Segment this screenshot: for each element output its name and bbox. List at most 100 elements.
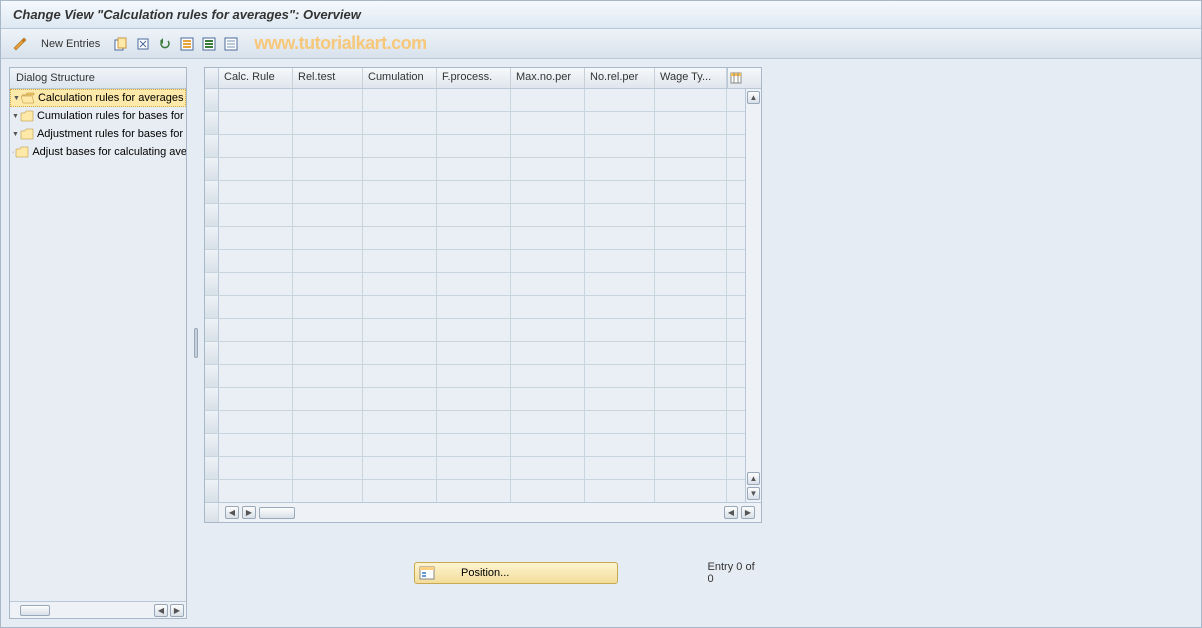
table-vertical-scrollbar[interactable]: ▲ ▲ ▼ <box>745 89 761 502</box>
table-cell[interactable] <box>363 227 437 249</box>
tree-item[interactable]: ▼Adjustment rules for bases for calculat… <box>10 125 186 143</box>
table-cell[interactable] <box>363 457 437 479</box>
table-cell[interactable] <box>585 319 655 341</box>
row-selector[interactable] <box>205 250 219 272</box>
table-cell[interactable] <box>363 89 437 111</box>
table-cell[interactable] <box>219 204 293 226</box>
row-selector[interactable] <box>205 342 219 364</box>
table-cell[interactable] <box>511 89 585 111</box>
tree-item[interactable]: ▼Cumulation rules for bases for calculat… <box>10 107 186 125</box>
table-cell[interactable] <box>585 434 655 456</box>
row-selector[interactable] <box>205 158 219 180</box>
table-cell[interactable] <box>511 434 585 456</box>
table-cell[interactable] <box>655 250 727 272</box>
table-cell[interactable] <box>363 112 437 134</box>
row-selector[interactable] <box>205 365 219 387</box>
table-cell[interactable] <box>437 434 511 456</box>
table-cell[interactable] <box>293 319 363 341</box>
table-cell[interactable] <box>293 411 363 433</box>
table-cell[interactable] <box>363 365 437 387</box>
table-cell[interactable] <box>363 411 437 433</box>
table-cell[interactable] <box>655 135 727 157</box>
table-cell[interactable] <box>655 158 727 180</box>
table-cell[interactable] <box>219 434 293 456</box>
table-cell[interactable] <box>655 296 727 318</box>
table-cell[interactable] <box>437 273 511 295</box>
tree-item[interactable]: ·Adjust bases for calculating average va… <box>10 143 186 161</box>
table-cell[interactable] <box>363 388 437 410</box>
table-cell[interactable] <box>219 319 293 341</box>
table-cell[interactable] <box>293 204 363 226</box>
tree-horizontal-scrollbar[interactable]: ◀ ▶ <box>10 601 186 618</box>
table-cell[interactable] <box>219 411 293 433</box>
table-cell[interactable] <box>293 181 363 203</box>
scroll-right-step-icon[interactable]: ▶ <box>242 506 256 519</box>
table-cell[interactable] <box>293 112 363 134</box>
table-cell[interactable] <box>585 296 655 318</box>
table-cell[interactable] <box>437 250 511 272</box>
row-selector[interactable] <box>205 296 219 318</box>
table-cell[interactable] <box>511 411 585 433</box>
table-cell[interactable] <box>655 181 727 203</box>
table-cell[interactable] <box>585 135 655 157</box>
table-cell[interactable] <box>511 204 585 226</box>
table-cell[interactable] <box>511 388 585 410</box>
table-cell[interactable] <box>511 112 585 134</box>
table-cell[interactable] <box>437 204 511 226</box>
table-cell[interactable] <box>655 342 727 364</box>
column-header[interactable]: No.rel.per <box>585 68 655 88</box>
column-header[interactable]: Calc. Rule <box>219 68 293 88</box>
table-cell[interactable] <box>585 204 655 226</box>
table-cell[interactable] <box>511 181 585 203</box>
table-cell[interactable] <box>585 273 655 295</box>
row-selector[interactable] <box>205 480 219 502</box>
table-cell[interactable] <box>293 227 363 249</box>
table-cell[interactable] <box>511 319 585 341</box>
table-cell[interactable] <box>511 273 585 295</box>
tree-toggle-icon[interactable]: · <box>12 149 14 156</box>
table-cell[interactable] <box>585 89 655 111</box>
table-settings-icon[interactable] <box>727 68 743 88</box>
table-cell[interactable] <box>655 319 727 341</box>
scroll-left-icon[interactable]: ◀ <box>154 604 168 617</box>
row-selector[interactable] <box>205 319 219 341</box>
table-cell[interactable] <box>363 480 437 502</box>
undo-icon[interactable] <box>156 35 174 53</box>
scroll-right-icon[interactable]: ▶ <box>170 604 184 617</box>
table-cell[interactable] <box>363 158 437 180</box>
table-cell[interactable] <box>219 250 293 272</box>
column-header[interactable]: Max.no.per <box>511 68 585 88</box>
column-header[interactable]: Rel.test <box>293 68 363 88</box>
scroll-right-icon[interactable]: ▶ <box>741 506 755 519</box>
table-cell[interactable] <box>437 411 511 433</box>
table-cell[interactable] <box>293 135 363 157</box>
row-selector[interactable] <box>205 204 219 226</box>
table-cell[interactable] <box>219 480 293 502</box>
table-cell[interactable] <box>437 342 511 364</box>
table-cell[interactable] <box>511 135 585 157</box>
table-cell[interactable] <box>437 112 511 134</box>
row-selector[interactable] <box>205 273 219 295</box>
deselect-all-icon[interactable] <box>222 35 240 53</box>
table-cell[interactable] <box>585 112 655 134</box>
table-cell[interactable] <box>511 457 585 479</box>
table-cell[interactable] <box>437 89 511 111</box>
table-cell[interactable] <box>293 250 363 272</box>
table-cell[interactable] <box>437 319 511 341</box>
table-cell[interactable] <box>655 89 727 111</box>
table-cell[interactable] <box>511 227 585 249</box>
table-cell[interactable] <box>437 480 511 502</box>
row-selector[interactable] <box>205 411 219 433</box>
table-cell[interactable] <box>585 411 655 433</box>
table-cell[interactable] <box>511 296 585 318</box>
table-cell[interactable] <box>293 434 363 456</box>
scroll-left-icon[interactable]: ◀ <box>225 506 239 519</box>
table-cell[interactable] <box>511 158 585 180</box>
table-cell[interactable] <box>511 342 585 364</box>
table-cell[interactable] <box>219 457 293 479</box>
table-cell[interactable] <box>585 480 655 502</box>
table-horizontal-scrollbar[interactable]: ◀ ▶ ◀ ▶ <box>219 506 761 519</box>
table-cell[interactable] <box>219 89 293 111</box>
table-cell[interactable] <box>655 480 727 502</box>
tree-toggle-icon[interactable]: ▼ <box>12 131 19 138</box>
